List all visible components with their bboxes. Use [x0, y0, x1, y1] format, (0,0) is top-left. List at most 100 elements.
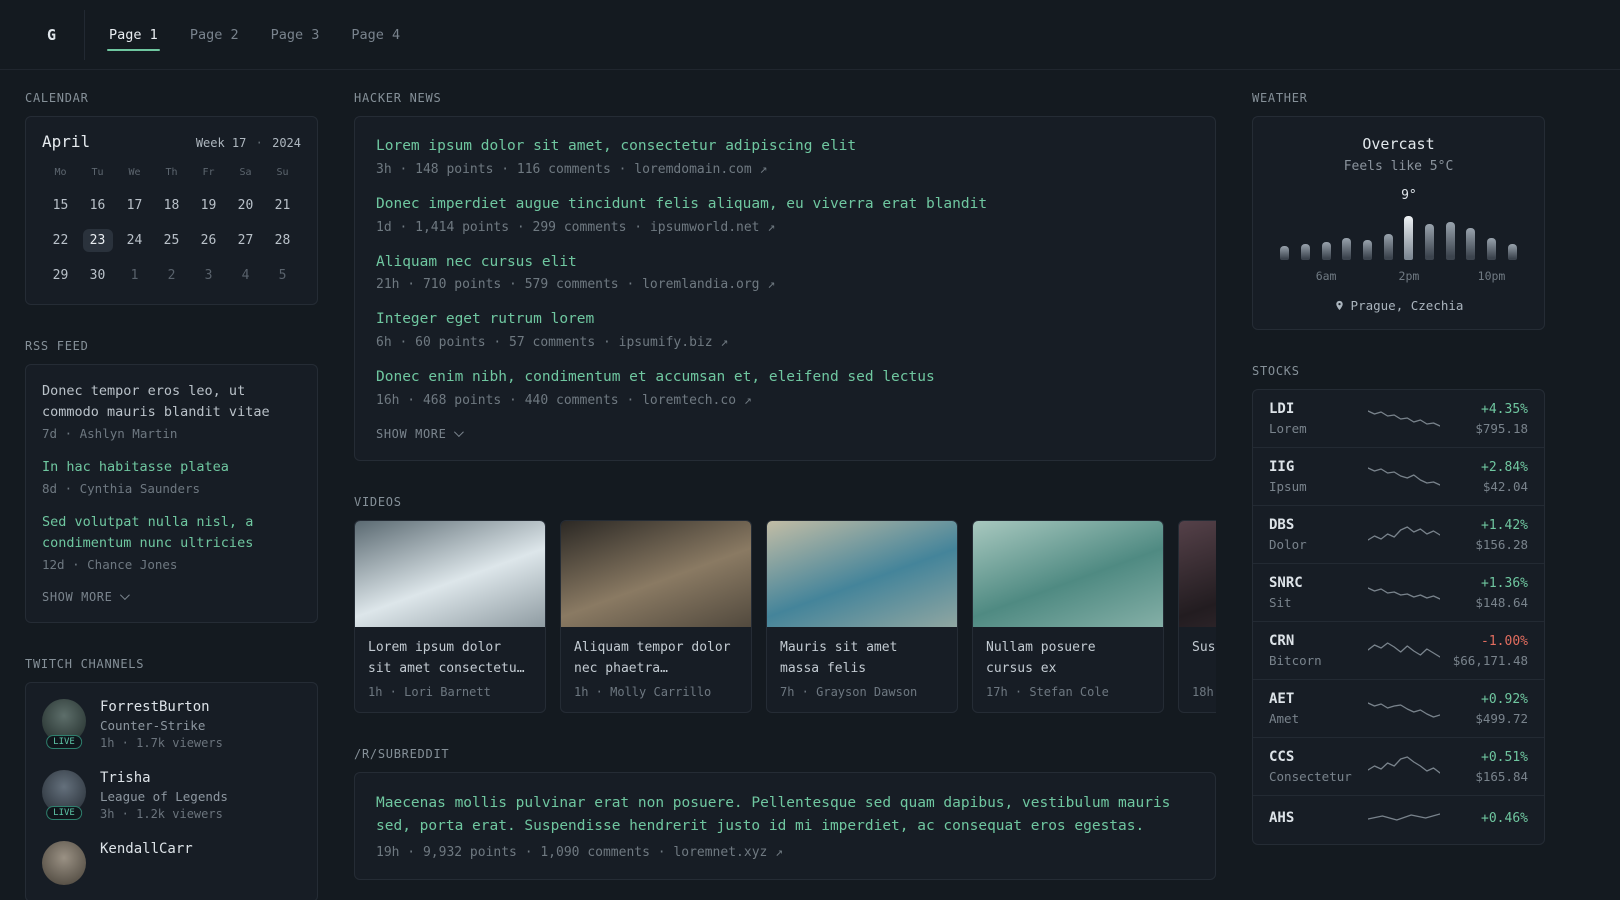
hackernews-item: Integer eget rutrum lorem 6h · 60 points… [376, 309, 1194, 350]
calendar-day[interactable]: 17 [120, 194, 150, 217]
stock-sparkline [1368, 641, 1440, 658]
calendar-day[interactable]: 20 [231, 194, 261, 217]
stock-identity: LDI Lorem [1269, 401, 1358, 436]
stock-symbol: AET [1269, 691, 1295, 707]
hackernews-item-source-link[interactable]: loremdomain.com ↗ [634, 162, 767, 177]
channel-name[interactable]: KendallCarr [100, 841, 193, 857]
weather-bar-column [1419, 224, 1440, 260]
video-card[interactable]: Nullam posuere cursus ex 17h · Stefan Co… [972, 519, 1164, 713]
hackernews-item-title[interactable]: Aliquam nec cursus elit [376, 252, 1194, 274]
video-title[interactable]: Nullam posuere cursus ex [986, 638, 1150, 680]
rss-item-title[interactable]: In hac habitasse platea [42, 457, 301, 478]
calendar-day[interactable]: 25 [157, 229, 187, 252]
rss-item-title[interactable]: Donec tempor eros leo, ut commodo mauris… [42, 381, 301, 423]
calendar-month: April [42, 132, 91, 151]
rss-item-meta: 12d · Chance Jones [42, 556, 178, 572]
weather-time-label: 2pm [1398, 269, 1420, 283]
weather-section-title: WEATHER [1252, 91, 1308, 105]
calendar-day[interactable]: 30 [83, 264, 113, 287]
live-badge: LIVE [46, 805, 82, 820]
channel-name[interactable]: ForrestBurton [100, 699, 223, 715]
twitch-channel-row[interactable]: LIVE KendallCarr [42, 840, 301, 885]
video-title[interactable]: Lorem ipsum dolor sit amet consectetu… [368, 638, 532, 680]
hackernews-item-title[interactable]: Donec enim nibh, condimentum et accumsan… [376, 367, 1194, 389]
hackernews-item-title[interactable]: Donec imperdiet augue tincidunt felis al… [376, 194, 1194, 216]
hackernews-item-source-link[interactable]: ipsumify.biz ↗ [619, 335, 729, 350]
rss-show-more-button[interactable]: SHOW MORE [42, 588, 131, 606]
video-card[interactable]: Suspendisse diam 18h · Tara [1178, 519, 1216, 713]
stock-row[interactable]: AHS +0.46% [1253, 796, 1544, 844]
video-title[interactable]: Mauris sit amet massa felis [780, 638, 944, 680]
calendar-day[interactable]: 21 [268, 194, 298, 217]
video-thumbnail [561, 520, 751, 627]
calendar-day[interactable]: 18 [157, 194, 187, 217]
middle-column: HACKER NEWS Lorem ipsum dolor sit amet, … [354, 91, 1216, 900]
weather-bar [1301, 244, 1310, 260]
stock-row[interactable]: AET Amet +0.92% $499.72 [1253, 680, 1544, 738]
stock-name: Consectetur [1269, 769, 1352, 784]
avatar-wrap: LIVE [42, 769, 86, 820]
calendar-day[interactable]: 15 [46, 194, 76, 217]
stock-symbol: IIG [1269, 459, 1295, 475]
calendar-day[interactable]: 1 [120, 264, 150, 287]
stock-price: $165.84 [1475, 768, 1528, 784]
stock-row[interactable]: IIG Ipsum +2.84% $42.04 [1253, 448, 1544, 506]
calendar-day[interactable]: 22 [46, 229, 76, 252]
channel-meta: 3h · 1.2k viewers [100, 806, 223, 821]
video-title[interactable]: Suspendisse diam [1192, 638, 1216, 680]
hackernews-show-more-button[interactable]: SHOW MORE [376, 425, 465, 443]
hackernews-item-stats: 16h · 468 points · 440 comments · [376, 392, 643, 408]
calendar-day[interactable]: 16 [83, 194, 113, 217]
calendar-day[interactable]: 4 [231, 264, 261, 287]
rss-item-title[interactable]: Sed volutpat nulla nisl, a condimentum n… [42, 512, 301, 554]
video-card[interactable]: Lorem ipsum dolor sit amet consectetu… 1… [354, 519, 546, 713]
calendar-day[interactable]: 2 [157, 264, 187, 287]
calendar-day[interactable]: 26 [194, 229, 224, 252]
stock-row[interactable]: DBS Dolor +1.42% $156.28 [1253, 506, 1544, 564]
page-tab[interactable]: Page 3 [269, 17, 322, 53]
calendar-day[interactable]: 28 [268, 229, 298, 252]
video-thumbnail [767, 520, 957, 627]
calendar-day[interactable]: 5 [268, 264, 298, 287]
app-logo[interactable]: G [25, 9, 86, 60]
calendar-section-title: CALENDAR [25, 91, 89, 105]
subreddit-post-source-link[interactable]: loremnet.xyz ↗ [673, 845, 783, 860]
hackernews-item-source-link[interactable]: loremlandia.org ↗ [642, 277, 775, 292]
video-card[interactable]: Mauris sit amet massa felis 7h · Grayson… [766, 519, 958, 713]
hackernews-item-title[interactable]: Lorem ipsum dolor sit amet, consectetur … [376, 136, 1194, 158]
calendar-day[interactable]: 19 [194, 194, 224, 217]
calendar-day[interactable]: 3 [194, 264, 224, 287]
stock-name: Ipsum [1269, 479, 1307, 494]
calendar-day[interactable]: 23 [82, 229, 113, 252]
stock-row[interactable]: SNRC Sit +1.36% $148.64 [1253, 564, 1544, 622]
calendar-day[interactable]: 27 [231, 229, 261, 252]
twitch-channel-row[interactable]: LIVE ForrestBurton Counter-Strike 1h · 1… [42, 698, 301, 750]
stock-name: Dolor [1269, 537, 1307, 552]
page-tab[interactable]: Page 1 [107, 17, 160, 53]
hackernews-item-source-link[interactable]: ipsumworld.net ↗ [650, 220, 775, 235]
video-card[interactable]: Aliquam tempor dolor nec phaetra… 1h · M… [560, 519, 752, 713]
video-body: Mauris sit amet massa felis 7h · Grayson… [767, 627, 957, 712]
hackernews-item-stats: 1d · 1,414 points · 299 comments · [376, 219, 650, 235]
stock-sparkline [1368, 701, 1440, 718]
stock-row[interactable]: CRN Bitcorn -1.00% $66,171.48 [1253, 622, 1544, 680]
hackernews-item-source-link[interactable]: loremtech.co ↗ [642, 393, 752, 408]
hackernews-item-stats: 3h · 148 points · 116 comments · [376, 161, 635, 177]
twitch-channel-row[interactable]: LIVE Trisha League of Legends 3h · 1.2k … [42, 769, 301, 821]
channel-info: Trisha League of Legends 3h · 1.2k viewe… [100, 770, 228, 821]
avatar-wrap: LIVE [42, 840, 86, 885]
hackernews-item-title[interactable]: Integer eget rutrum lorem [376, 309, 1194, 331]
calendar-day[interactable]: 24 [120, 229, 150, 252]
stock-row[interactable]: CCS Consectetur +0.51% $165.84 [1253, 738, 1544, 796]
stock-row[interactable]: LDI Lorem +4.35% $795.18 [1253, 390, 1544, 448]
stock-sparkline [1368, 409, 1440, 427]
calendar-day[interactable]: 29 [46, 264, 76, 287]
page-tab[interactable]: Page 4 [349, 17, 402, 53]
weather-bar-column [1481, 238, 1502, 260]
page-tab[interactable]: Page 2 [188, 17, 241, 53]
video-title[interactable]: Aliquam tempor dolor nec phaetra… [574, 638, 738, 680]
show-more-label: SHOW MORE [42, 589, 113, 604]
stock-sparkline [1368, 813, 1440, 821]
channel-name[interactable]: Trisha [100, 770, 228, 786]
subreddit-post-title[interactable]: Maecenas mollis pulvinar erat non posuer… [376, 792, 1194, 839]
